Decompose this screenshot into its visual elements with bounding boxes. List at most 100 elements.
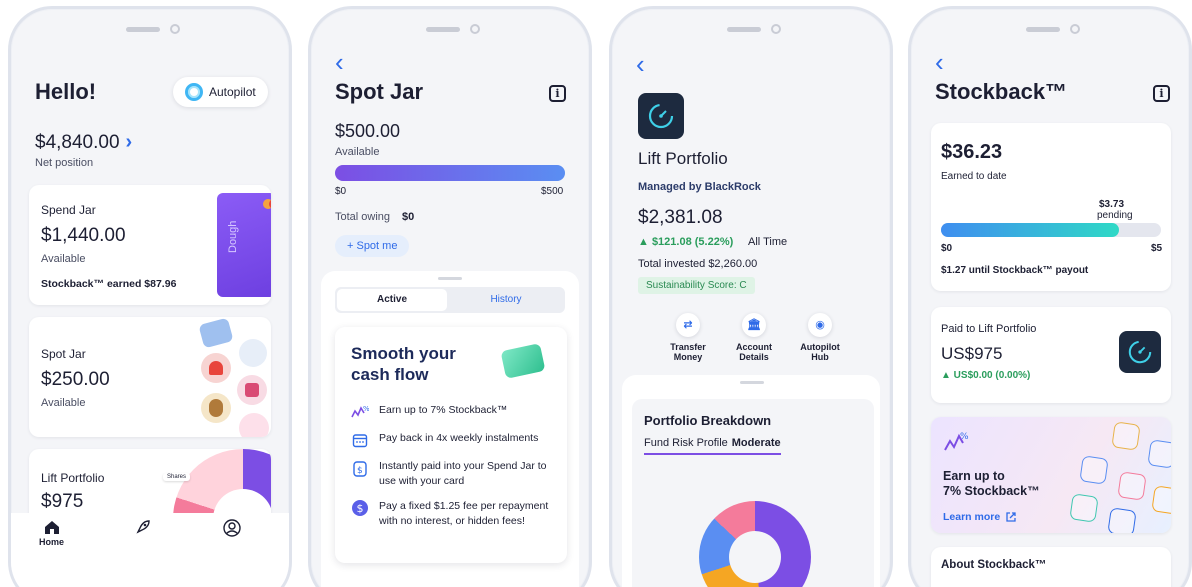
- about-stockback-card[interactable]: About Stockback™: [931, 547, 1171, 587]
- action-label-1: Account: [736, 342, 772, 352]
- autopilot-icon: ◉: [808, 313, 832, 337]
- action-label-1: Transfer: [670, 342, 706, 352]
- sheet-handle[interactable]: [438, 277, 462, 280]
- spend-jar-card[interactable]: Spend Jar $1,440.00 Available Stockback™…: [29, 185, 271, 305]
- net-position-amount: $4,840.00: [35, 131, 120, 153]
- learn-more-link[interactable]: Learn more: [943, 511, 1016, 523]
- dollar-coin-icon: $: [351, 499, 369, 517]
- learn-more-label: Learn more: [943, 511, 1001, 523]
- stockback-promo-card: % Earn up to 7% Stockback™ Learn more: [931, 417, 1171, 533]
- portfolio-value: $2,381.08: [638, 207, 723, 228]
- piggy-sticker-icon: [239, 413, 269, 437]
- feature-row-stockback: % Earn up to 7% Stockback™: [351, 403, 507, 421]
- total-invested: Total invested $2,260.00: [638, 258, 758, 270]
- svg-text:%: %: [960, 432, 969, 442]
- food-tile-icon: [1107, 507, 1137, 533]
- card-brand-text: Dough: [227, 220, 239, 253]
- managed-by-label: Managed by BlackRock: [638, 181, 761, 193]
- spot-me-button[interactable]: + Spot me: [335, 235, 410, 257]
- action-label-2: Money: [673, 352, 703, 362]
- activity-tabs: Active History: [335, 287, 565, 313]
- phone-notch: [80, 15, 220, 45]
- sustainability-score-badge: Sustainability Score: C: [638, 277, 755, 294]
- spot-jar-card[interactable]: Spot Jar $250.00 Available: [29, 317, 271, 437]
- bottom-navigation: Home: [11, 513, 289, 587]
- paid-to-lift-card[interactable]: Paid to Lift Portfolio US$975 ▲ US$0.00 …: [931, 307, 1171, 403]
- phone-notch: [681, 15, 821, 45]
- back-chevron-icon[interactable]: ‹: [335, 47, 344, 78]
- sheet-handle[interactable]: [740, 381, 764, 384]
- rocket-icon: [136, 520, 150, 534]
- lift-portfolio-amount: $975: [41, 491, 84, 512]
- lift-portfolio-title: Lift Portfolio: [638, 149, 728, 168]
- nav-profile[interactable]: [223, 519, 241, 539]
- dough-debit-card[interactable]: Dough: [217, 193, 271, 297]
- back-chevron-icon[interactable]: ‹: [636, 49, 645, 80]
- gift-tile-icon: [1117, 471, 1147, 501]
- feature-text: Pay back in 4x weekly instalments: [379, 432, 539, 444]
- dog-sticker-icon: [201, 393, 231, 423]
- tab-history[interactable]: History: [451, 289, 561, 311]
- grad-cap-sticker-icon: [239, 339, 267, 367]
- travel-tile-icon: [1147, 439, 1171, 469]
- portfolio-gain-period: All Time: [748, 236, 788, 248]
- phone-lift-portfolio-screen: ‹ Lift Portfolio Managed by BlackRock $2…: [609, 6, 893, 587]
- nav-home[interactable]: Home: [39, 519, 64, 547]
- pending-amount: $3.73: [1099, 199, 1125, 210]
- credit-card-sticker-icon: [198, 317, 234, 349]
- tab-active[interactable]: Active: [337, 289, 447, 311]
- nav-home-label: Home: [39, 537, 65, 547]
- net-position-link[interactable]: $4,840.00 ›: [35, 131, 132, 154]
- spot-jar-progress-track: [335, 165, 565, 181]
- progress-max-label: $500: [541, 186, 564, 197]
- promo-line-1: Earn up to: [943, 469, 1005, 483]
- shares-chip: Shares: [163, 473, 191, 481]
- autopilot-label: Autopilot: [209, 85, 256, 99]
- progress-max-label: $5: [1151, 243, 1163, 254]
- net-position-label: Net position: [35, 157, 94, 169]
- about-stockback-title: About Stockback™: [941, 559, 1047, 571]
- spot-jar-amount: $250.00: [41, 369, 110, 390]
- lift-portfolio-logo-icon: [1119, 331, 1161, 373]
- autopilot-icon: [185, 83, 203, 101]
- nav-rocket[interactable]: [135, 519, 151, 537]
- risk-profile-label: Fund Risk Profile: [644, 437, 728, 449]
- feature-row-instant: $ Instantly paid into your Spend Jar to …: [351, 459, 551, 489]
- account-details-button[interactable]: 🏛 Account Details: [728, 313, 780, 362]
- stockback-earned-card: $36.23 Earned to date $3.73 pending $0 $…: [931, 123, 1171, 291]
- stockback-squiggle-icon: %: [943, 431, 969, 458]
- info-icon[interactable]: i: [1153, 85, 1170, 102]
- autopilot-hub-button[interactable]: ◉ Autopilot Hub: [794, 313, 846, 362]
- spot-jar-progress-fill: [335, 165, 565, 181]
- paid-to-label: Paid to Lift Portfolio: [941, 323, 1037, 335]
- svg-text:%: %: [363, 405, 369, 413]
- transfer-icon: ⇄: [676, 313, 700, 337]
- svg-text:$: $: [357, 502, 364, 515]
- dollar-jar-icon: $: [351, 459, 369, 477]
- autopilot-button[interactable]: Autopilot: [173, 77, 268, 107]
- risk-profile-row: Fund Risk Profile Moderate: [644, 437, 781, 455]
- total-owing-value: $0: [402, 211, 415, 223]
- spend-jar-available: Available: [41, 253, 86, 265]
- bottom-sheet: Portfolio Breakdown Fund Risk Profile Mo…: [622, 375, 880, 587]
- promo-title-line-2: cash flow: [351, 365, 429, 384]
- alarm-sticker-icon: [201, 353, 231, 383]
- greeting-title: Hello!: [35, 79, 97, 104]
- lift-portfolio-title: Lift Portfolio: [41, 471, 105, 485]
- phone-stockback-screen: ‹ Stockback™ i $36.23 Earned to date $3.…: [908, 6, 1192, 587]
- pet-tile-icon: [1069, 493, 1099, 523]
- feature-row-fee: $ Pay a fixed $1.25 fee per repayment wi…: [351, 499, 551, 529]
- cash-stack-illustration: [500, 343, 546, 379]
- transfer-money-button[interactable]: ⇄ Transfer Money: [662, 313, 714, 362]
- feature-row-instalments: Pay back in 4x weekly instalments: [351, 431, 538, 449]
- feature-text: Pay a fixed $1.25 fee per repayment with…: [379, 500, 549, 527]
- feature-text: Earn up to 7% Stockback™: [379, 404, 508, 416]
- info-icon[interactable]: i: [549, 85, 566, 102]
- phone-home-screen: Hello! Autopilot $4,840.00 › Net positio…: [8, 6, 292, 587]
- total-owing-label: Total owing: [335, 211, 391, 223]
- spend-jar-title: Spend Jar: [41, 203, 96, 217]
- back-chevron-icon[interactable]: ‹: [935, 47, 944, 78]
- cart-tile-icon: [1111, 421, 1141, 451]
- chevron-right-icon: ›: [125, 131, 133, 153]
- paid-gain: ▲ US$0.00 (0.00%): [941, 370, 1031, 381]
